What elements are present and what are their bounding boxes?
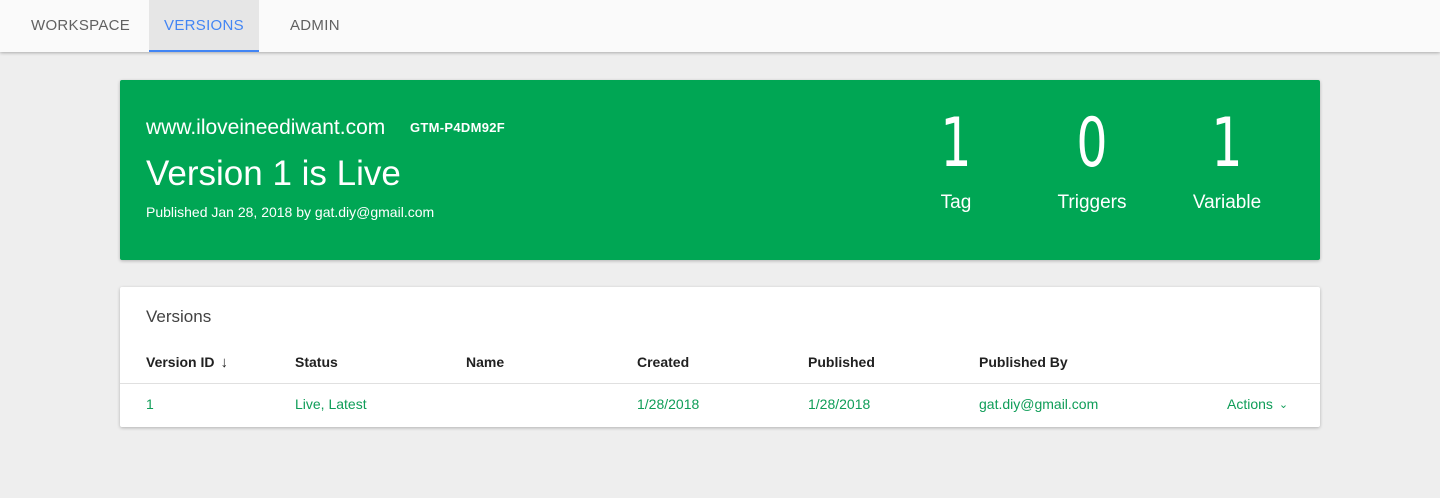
column-header-label: Version ID	[146, 354, 215, 370]
stat-triggers: 0 Triggers	[1022, 102, 1162, 214]
chevron-down-icon: ⌄	[1278, 399, 1289, 411]
stat-variables-count: 1	[1211, 104, 1243, 183]
cell-published-by: gat.diy@gmail.com	[979, 396, 1099, 412]
stat-tags: 1 Tag	[886, 102, 1026, 214]
live-version-banner: www.iloveineediwant.com GTM-P4DM92F Vers…	[120, 80, 1320, 260]
table-row[interactable]: 1 Live, Latest 1/28/2018 1/28/2018 gat.d…	[120, 384, 1320, 427]
arrow-down-icon: ↓	[220, 354, 228, 371]
column-header-published: Published	[808, 354, 875, 370]
column-header-version-id[interactable]: Version ID ↓	[146, 354, 228, 371]
cell-status: Live, Latest	[295, 396, 367, 412]
cell-created: 1/28/2018	[637, 396, 700, 412]
column-header-status: Status	[295, 354, 338, 370]
column-header-name: Name	[466, 354, 505, 370]
cell-version-id[interactable]: 1	[146, 396, 154, 412]
stat-variables-label: Variable	[1192, 192, 1262, 213]
top-navigation: WORKSPACE VERSIONS ADMIN	[0, 0, 1440, 52]
column-header-published-by: Published By	[979, 354, 1068, 370]
actions-dropdown[interactable]: Actions ⌄	[1227, 396, 1288, 412]
tab-versions[interactable]: VERSIONS	[149, 0, 259, 52]
live-version-title: Version 1 is Live	[146, 154, 401, 193]
versions-card-title: Versions	[146, 307, 212, 326]
tab-admin[interactable]: ADMIN	[274, 0, 356, 52]
stat-tags-count: 1	[940, 104, 972, 183]
tab-workspace[interactable]: WORKSPACE	[15, 0, 146, 52]
container-id: GTM-P4DM92F	[410, 120, 506, 135]
stat-triggers-count: 0	[1076, 104, 1108, 183]
stat-variables: 1 Variable	[1157, 102, 1297, 214]
site-name: www.iloveineediwant.com	[146, 116, 386, 139]
actions-label: Actions	[1227, 396, 1273, 412]
stat-tags-label: Tag	[940, 192, 972, 213]
stat-triggers-label: Triggers	[1057, 192, 1127, 213]
published-info: Published Jan 28, 2018 by gat.diy@gmail.…	[146, 204, 435, 220]
column-header-created: Created	[637, 354, 690, 370]
versions-card: Versions Version ID ↓ Status Name Created…	[120, 287, 1320, 427]
cell-published: 1/28/2018	[808, 396, 871, 412]
